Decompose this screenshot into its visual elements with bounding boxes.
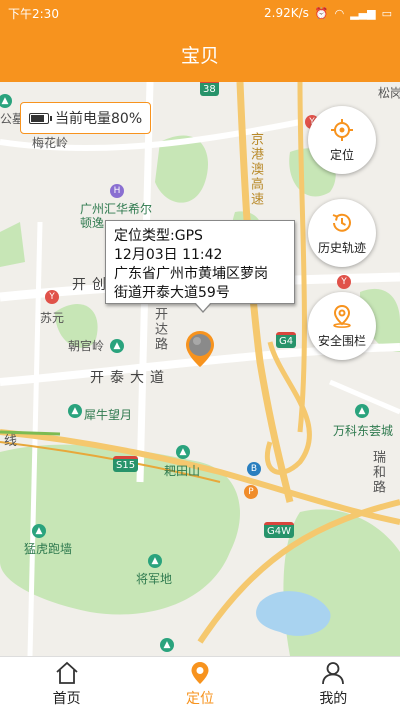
history-clock-icon bbox=[332, 213, 351, 232]
speed-text: 2.92K/s bbox=[264, 6, 309, 20]
info-address-line2: 街道开泰大道59号 bbox=[114, 285, 230, 301]
user-icon bbox=[322, 662, 345, 685]
fence-label: 安全围栏 bbox=[317, 333, 366, 348]
signal-icon: ▂▄▆ bbox=[350, 6, 376, 20]
info-type: 定位类型:GPS bbox=[114, 228, 203, 244]
map-label-jiangjun: 将军地 bbox=[136, 572, 173, 586]
map-label-line: 线 bbox=[4, 434, 18, 449]
locate-button[interactable]: 定位 bbox=[308, 106, 376, 174]
poi-icon: ▲ bbox=[110, 339, 124, 353]
poi-icon: ▲ bbox=[176, 445, 190, 459]
safe-fence-button[interactable]: 安全围栏 bbox=[308, 292, 376, 360]
shield-g4w: G4W bbox=[264, 522, 294, 538]
shield-g3: 38 bbox=[200, 82, 219, 96]
battery-level-icon bbox=[29, 112, 52, 124]
poi-icon: ▲ bbox=[148, 554, 162, 568]
map-view[interactable]: 公墓 梅花岭 广州汇华希尔顿逸 苏元 开创 朝官岭 开达路 开泰大道 犀牛望月 … bbox=[0, 82, 400, 656]
wifi-icon: ◠ bbox=[334, 6, 345, 20]
map-label-menghu: 猛虎跑墙 bbox=[24, 542, 73, 556]
tab-location-label: 定位 bbox=[185, 691, 214, 707]
battery-badge: 当前电量80% bbox=[20, 102, 152, 134]
map-label-batianshan: 耙田山 bbox=[164, 464, 201, 478]
map-label-meihualing: 梅花岭 bbox=[32, 136, 69, 150]
bottom-tab-bar: 首页 定位 我的 bbox=[0, 656, 400, 711]
crosshair-icon bbox=[331, 118, 353, 141]
history-label: 历史轨迹 bbox=[317, 240, 366, 255]
poi-icon: ▲ bbox=[68, 404, 82, 418]
battery-text: 当前电量80% bbox=[55, 111, 143, 127]
map-label-xiniu: 犀牛望月 bbox=[84, 408, 133, 422]
shield-s15: S15 bbox=[113, 456, 139, 472]
history-track-button[interactable]: 历史轨迹 bbox=[308, 199, 376, 267]
app-bar: 宝贝 bbox=[0, 26, 400, 82]
fence-pin-icon bbox=[333, 304, 351, 328]
map-label-songyuan: 松岗 bbox=[378, 86, 400, 100]
map-label-jinggang: 京港澳高速 bbox=[248, 132, 263, 207]
status-time: 下午2:30 bbox=[8, 6, 59, 21]
status-bar: 下午2:30 2.92K/s ⏰ ◠ ▂▄▆ ▭ bbox=[0, 0, 400, 26]
location-info-window: 定位类型:GPS 12月03日 11:42 广东省广州市黄埔区萝岗 街道开泰大道… bbox=[105, 220, 295, 313]
shield-g4: G4 bbox=[276, 332, 297, 348]
tab-mine-label: 我的 bbox=[319, 691, 348, 707]
tab-home-label: 首页 bbox=[52, 691, 81, 707]
home-icon bbox=[56, 661, 78, 684]
restaurant-icon: Y bbox=[337, 275, 351, 289]
map-label-kaida-road: 开达路 bbox=[152, 307, 167, 352]
device-marker-icon[interactable] bbox=[184, 329, 216, 369]
location-pin-icon bbox=[191, 662, 209, 684]
info-window-tail bbox=[194, 302, 212, 313]
info-address-line1: 广东省广州市黄埔区萝岗 bbox=[114, 266, 268, 282]
restaurant-icon: Y bbox=[45, 290, 59, 304]
page-title: 宝贝 bbox=[180, 44, 219, 67]
hotel-icon: H bbox=[110, 184, 124, 198]
battery-icon: ▭ bbox=[381, 6, 392, 20]
poi-icon: ▲ bbox=[32, 524, 46, 538]
poi-icon: ▲ bbox=[355, 404, 369, 418]
tab-location[interactable]: 定位 bbox=[133, 657, 266, 711]
gas-station-icon: P bbox=[244, 485, 258, 499]
locate-label: 定位 bbox=[329, 147, 354, 162]
map-label-wanke: 万科东荟城 bbox=[333, 424, 394, 438]
map-label-suyuan: 苏元 bbox=[40, 311, 65, 325]
bus-stop-icon: B bbox=[247, 462, 261, 476]
alarm-icon: ⏰ bbox=[314, 6, 329, 20]
tab-home[interactable]: 首页 bbox=[0, 657, 133, 711]
map-label-kaitai-road: 开泰大道 bbox=[90, 370, 170, 386]
info-time: 12月03日 11:42 bbox=[114, 247, 223, 263]
map-label-ruihe: 瑞和路 bbox=[370, 450, 385, 495]
poi-icon: ▲ bbox=[160, 638, 174, 652]
tab-mine[interactable]: 我的 bbox=[267, 657, 400, 711]
map-label-chaoguanling: 朝官岭 bbox=[68, 339, 105, 353]
